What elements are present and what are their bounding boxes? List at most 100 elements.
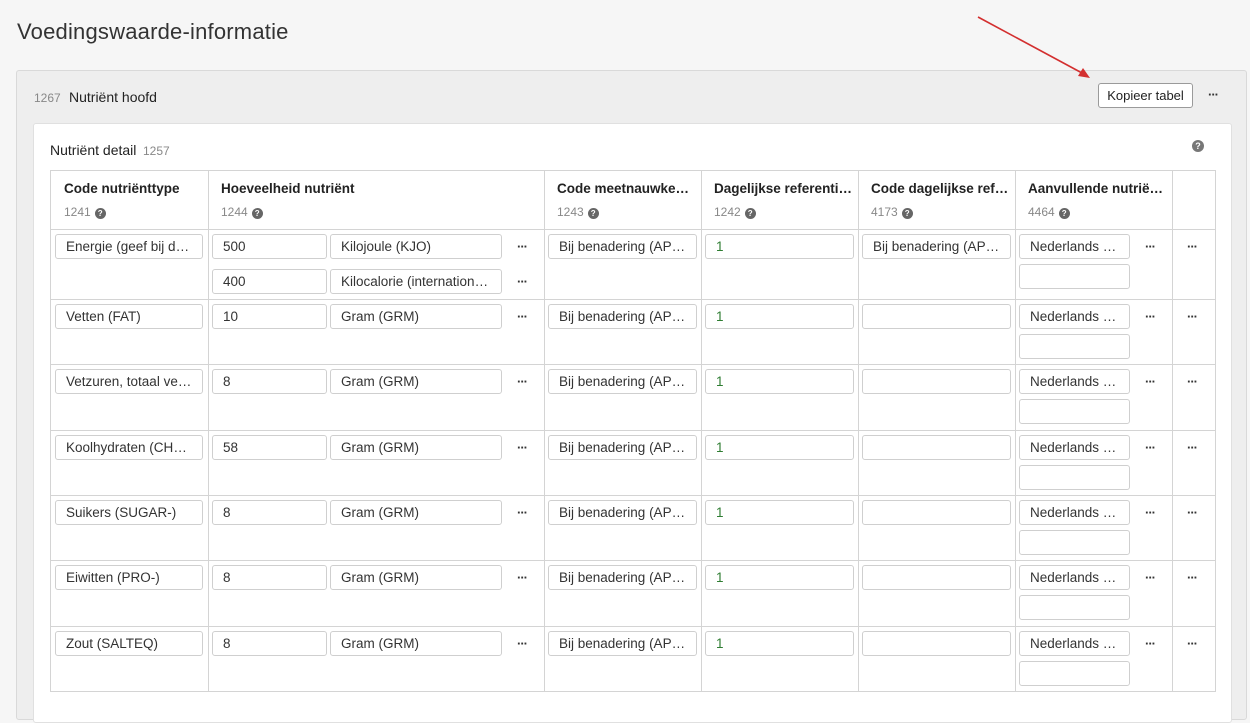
precision-code-field[interactable]: Bij benadering (APP…	[548, 369, 697, 394]
help-icon[interactable]: ?	[1058, 208, 1070, 219]
quantity-value-field[interactable]: 500	[212, 234, 327, 259]
column-id-text: 4464	[1028, 205, 1055, 219]
additional-nutrient-field[interactable]: Nederlands (…	[1019, 234, 1130, 259]
help-icon[interactable]: ?	[251, 208, 263, 219]
quantity-unit-field[interactable]: Gram (GRM)	[330, 500, 502, 525]
precision-code-field[interactable]: Bij benadering (APP…	[548, 500, 697, 525]
quantity-unit-field[interactable]: Gram (GRM)	[330, 565, 502, 590]
quantity-unit-field[interactable]: Kilocalorie (internationa…	[330, 269, 502, 294]
quantity-unit-field[interactable]: Gram (GRM)	[330, 369, 502, 394]
column-header-label[interactable]: Code meetnauwke…	[557, 181, 694, 196]
quantity-value-field[interactable]: 8	[212, 500, 327, 525]
row-menu-icon[interactable]: ···	[1187, 310, 1198, 323]
additional-nutrient-extra-field[interactable]	[1019, 661, 1130, 686]
additional-nutrient-extra-field[interactable]	[1019, 465, 1130, 490]
row-menu-icon[interactable]: ···	[1187, 240, 1198, 253]
nutrient-type-field[interactable]: Eiwitten (PRO-)	[55, 565, 203, 590]
quantity-value-field[interactable]: 400	[212, 269, 327, 294]
daily-reference-code-field[interactable]	[862, 304, 1011, 329]
precision-code-field[interactable]: Bij benadering (APP…	[548, 631, 697, 656]
column-header-label[interactable]: Aanvullende nutrië…	[1028, 181, 1165, 196]
quantity-menu-icon[interactable]: ···	[517, 506, 528, 519]
quantity-menu-icon[interactable]: ···	[517, 240, 528, 253]
column-header-label[interactable]: Dagelijkse referenti…	[714, 181, 851, 196]
column-header-id: 4464?	[1028, 205, 1070, 219]
row-menu-icon[interactable]: ···	[1187, 571, 1198, 584]
quantity-unit-field[interactable]: Kilojoule (KJO)	[330, 234, 502, 259]
quantity-menu-icon[interactable]: ···	[517, 375, 528, 388]
row-menu-icon[interactable]: ···	[1187, 506, 1198, 519]
quantity-unit-field[interactable]: Gram (GRM)	[330, 631, 502, 656]
copy-table-button[interactable]: Kopieer tabel	[1098, 83, 1193, 108]
help-icon[interactable]: ?	[901, 208, 913, 219]
help-icon[interactable]: ?	[1192, 140, 1204, 152]
additional-menu-icon[interactable]: ···	[1145, 571, 1156, 584]
help-icon[interactable]: ?	[744, 208, 756, 219]
additional-nutrient-field[interactable]: Nederlands (…	[1019, 565, 1130, 590]
help-icon[interactable]: ?	[587, 208, 599, 219]
daily-reference-code-field[interactable]	[862, 565, 1011, 590]
precision-code-field[interactable]: Bij benadering (APP…	[548, 304, 697, 329]
daily-reference-code-field[interactable]	[862, 500, 1011, 525]
additional-nutrient-extra-field[interactable]	[1019, 334, 1130, 359]
quantity-value-field[interactable]: 8	[212, 565, 327, 590]
additional-nutrient-extra-field[interactable]	[1019, 264, 1130, 289]
additional-nutrient-field[interactable]: Nederlands (…	[1019, 435, 1130, 460]
daily-reference-field[interactable]: 1	[705, 435, 854, 460]
column-header-label[interactable]: Code dagelijkse ref…	[871, 181, 1008, 196]
column-header-id: 1244?	[221, 205, 263, 219]
quantity-menu-icon[interactable]: ···	[517, 441, 528, 454]
help-icon[interactable]: ?	[94, 208, 106, 219]
daily-reference-code-field[interactable]	[862, 369, 1011, 394]
nutrient-type-field[interactable]: Koolhydraten (CHO…	[55, 435, 203, 460]
daily-reference-field[interactable]: 1	[705, 565, 854, 590]
column-id-text: 1241	[64, 205, 91, 219]
additional-nutrient-field[interactable]: Nederlands (…	[1019, 304, 1130, 329]
additional-nutrient-extra-field[interactable]	[1019, 530, 1130, 555]
row-menu-icon[interactable]: ···	[1187, 441, 1198, 454]
nutrient-type-field[interactable]: Energie (geef bij de…	[55, 234, 203, 259]
additional-menu-icon[interactable]: ···	[1145, 310, 1156, 323]
quantity-menu-icon[interactable]: ···	[517, 571, 528, 584]
row-menu-icon[interactable]: ···	[1187, 637, 1198, 650]
quantity-value-field[interactable]: 58	[212, 435, 327, 460]
daily-reference-code-field[interactable]: Bij benadering (APP…	[862, 234, 1011, 259]
additional-menu-icon[interactable]: ···	[1145, 506, 1156, 519]
quantity-menu-icon[interactable]: ···	[517, 310, 528, 323]
additional-menu-icon[interactable]: ···	[1145, 441, 1156, 454]
precision-code-field[interactable]: Bij benadering (APP…	[548, 435, 697, 460]
quantity-menu-icon[interactable]: ···	[517, 637, 528, 650]
additional-nutrient-field[interactable]: Nederlands (…	[1019, 631, 1130, 656]
additional-nutrient-extra-field[interactable]	[1019, 399, 1130, 424]
detail-panel-title: Nutriënt detail	[50, 142, 137, 158]
additional-nutrient-field[interactable]: Nederlands (…	[1019, 369, 1130, 394]
row-menu-icon[interactable]: ···	[1187, 375, 1198, 388]
quantity-menu-icon[interactable]: ···	[517, 275, 528, 288]
daily-reference-code-field[interactable]	[862, 435, 1011, 460]
quantity-unit-field[interactable]: Gram (GRM)	[330, 304, 502, 329]
daily-reference-field[interactable]: 1	[705, 369, 854, 394]
quantity-value-field[interactable]: 10	[212, 304, 327, 329]
daily-reference-field[interactable]: 1	[705, 234, 854, 259]
additional-menu-icon[interactable]: ···	[1145, 375, 1156, 388]
additional-menu-icon[interactable]: ···	[1145, 637, 1156, 650]
quantity-value-field[interactable]: 8	[212, 631, 327, 656]
column-header-label[interactable]: Code nutriënttype	[64, 181, 201, 196]
nutrient-type-field[interactable]: Vetzuren, totaal ver…	[55, 369, 203, 394]
nutrient-type-field[interactable]: Vetten (FAT)	[55, 304, 203, 329]
additional-nutrient-field[interactable]: Nederlands (…	[1019, 500, 1130, 525]
nutrient-type-field[interactable]: Suikers (SUGAR-)	[55, 500, 203, 525]
quantity-unit-field[interactable]: Gram (GRM)	[330, 435, 502, 460]
daily-reference-field[interactable]: 1	[705, 304, 854, 329]
daily-reference-code-field[interactable]	[862, 631, 1011, 656]
precision-code-field[interactable]: Bij benadering (APP…	[548, 565, 697, 590]
quantity-value-field[interactable]: 8	[212, 369, 327, 394]
nutrient-type-field[interactable]: Zout (SALTEQ)	[55, 631, 203, 656]
column-header-label[interactable]: Hoeveelheid nutriënt	[221, 181, 537, 196]
daily-reference-field[interactable]: 1	[705, 500, 854, 525]
additional-menu-icon[interactable]: ···	[1145, 240, 1156, 253]
additional-nutrient-extra-field[interactable]	[1019, 595, 1130, 620]
daily-reference-field[interactable]: 1	[705, 631, 854, 656]
header-panel-menu-icon[interactable]: ···	[1208, 88, 1219, 101]
precision-code-field[interactable]: Bij benadering (APP…	[548, 234, 697, 259]
